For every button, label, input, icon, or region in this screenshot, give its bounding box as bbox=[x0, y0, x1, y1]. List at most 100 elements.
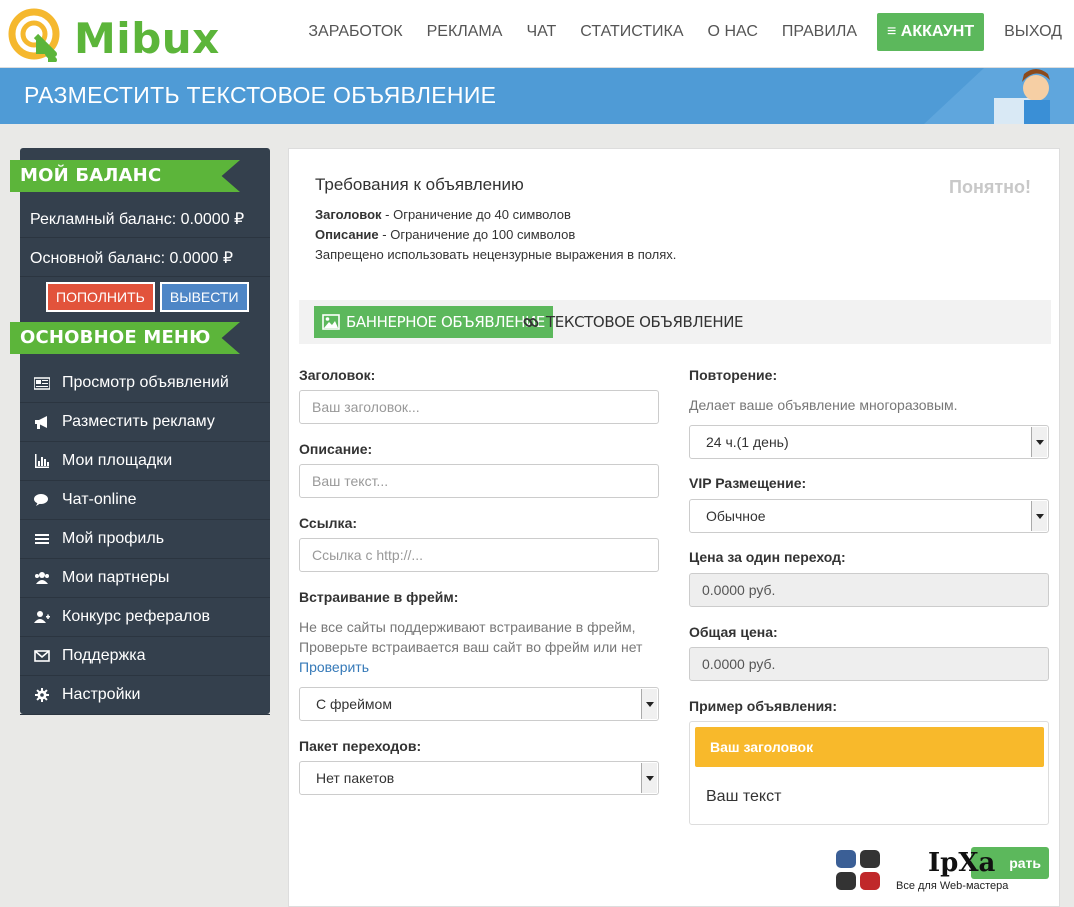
price-label: Цена за один переход: bbox=[689, 549, 846, 565]
menu-item-label: Разместить рекламу bbox=[62, 413, 215, 430]
ad-form-panel: Требования к объявлению Понятно! Заголов… bbox=[288, 148, 1060, 907]
menu-item-support[interactable]: Поддержка bbox=[20, 637, 270, 676]
withdraw-button[interactable]: ВЫВЕСТИ bbox=[159, 282, 249, 312]
title-input[interactable]: Ваш заголовок... bbox=[299, 390, 659, 424]
repeat-select-value: 24 ч.(1 день) bbox=[706, 434, 789, 450]
title-label: Заголовок: bbox=[299, 367, 376, 383]
image-icon bbox=[322, 314, 340, 330]
menu-item-view-ads[interactable]: Просмотр объявлений bbox=[20, 364, 270, 403]
total-label: Общая цена: bbox=[689, 624, 778, 640]
logo-icon bbox=[8, 8, 60, 63]
menu-item-label: Конкурс рефералов bbox=[62, 608, 210, 625]
ad-type-tabs: БАННЕРНОЕ ОБЪЯВЛЕНИЕ ТЕКСТОВОЕ ОБЪЯВЛЕНИ… bbox=[299, 300, 1051, 344]
vip-select-value: Обычное bbox=[706, 508, 766, 524]
menu-item-label: Просмотр объявлений bbox=[62, 374, 229, 391]
understood-button[interactable]: Понятно! bbox=[949, 177, 1031, 198]
page-banner: РАЗМЕСТИТЬ ТЕКСТОВОЕ ОБЪЯВЛЕНИЕ bbox=[0, 68, 1074, 124]
repeat-select[interactable]: 24 ч.(1 день) bbox=[689, 425, 1049, 459]
repeat-label: Повторение: bbox=[689, 367, 778, 383]
ad-balance: Рекламный баланс: 0.0000 ₽ bbox=[20, 202, 270, 238]
topup-button[interactable]: ПОПОЛНИТЬ bbox=[46, 282, 155, 312]
menu-icon: ≡ bbox=[887, 23, 901, 40]
gear-icon bbox=[34, 687, 62, 703]
frame-hint: Не все сайты поддерживают встраивание в … bbox=[299, 619, 643, 675]
link-label: Ссылка: bbox=[299, 515, 358, 531]
menu-item-my-sites[interactable]: Мои площадки bbox=[20, 442, 270, 481]
link-input[interactable]: Ссылка с http://... bbox=[299, 538, 659, 572]
ad-preview: Ваш заголовок Ваш текст bbox=[689, 721, 1049, 825]
description-label: Описание: bbox=[299, 441, 373, 457]
requirement-title-limit: Заголовок - Ограничение до 40 символов bbox=[315, 207, 571, 222]
package-label: Пакет переходов: bbox=[299, 738, 422, 754]
chevron-down-icon bbox=[1031, 427, 1047, 457]
main-balance: Основной баланс: 0.0000 ₽ bbox=[20, 241, 270, 277]
menu-item-label: Поддержка bbox=[62, 647, 146, 664]
menu-item-place-ad[interactable]: Разместить рекламу bbox=[20, 403, 270, 442]
requirement-note: Запрещено использовать нецензурные выраж… bbox=[315, 247, 677, 262]
menu-item-label: Настройки bbox=[62, 686, 141, 703]
total-field: 0.0000 руб. bbox=[689, 647, 1049, 681]
menu-item-referral-contest[interactable]: Конкурс рефералов bbox=[20, 598, 270, 637]
page-title: РАЗМЕСТИТЬ ТЕКСТОВОЕ ОБЪЯВЛЕНИЕ bbox=[24, 82, 497, 108]
main-nav: ЗАРАБОТОК РЕКЛАМА ЧАТ СТАТИСТИКА О НАС П… bbox=[296, 12, 1074, 52]
menu-heading: ОСНОВНОЕ МЕНЮ bbox=[10, 322, 240, 354]
bar-chart-icon bbox=[34, 453, 62, 469]
nav-statistics[interactable]: СТАТИСТИКА bbox=[580, 23, 683, 41]
logo-text: Mibux bbox=[74, 14, 220, 63]
menu-item-label: Мой профиль bbox=[62, 530, 165, 547]
chat-icon bbox=[34, 492, 62, 508]
watermark-logo-icon bbox=[836, 850, 880, 890]
repeat-hint: Делает ваше объявление многоразовым. bbox=[689, 397, 958, 413]
megaphone-icon bbox=[34, 414, 62, 430]
account-button[interactable]: ≡ АККАУНТ bbox=[877, 13, 985, 51]
boy-illustration-icon bbox=[924, 68, 1074, 124]
chevron-down-icon bbox=[641, 689, 657, 719]
tab-text-ad[interactable]: ТЕКСТОВОЕ ОБЪЯВЛЕНИЕ bbox=[514, 306, 751, 338]
menu-item-profile[interactable]: Мой профиль bbox=[20, 520, 270, 559]
logo[interactable]: Mibux bbox=[6, 6, 219, 63]
account-label: АККАУНТ bbox=[900, 23, 975, 40]
menu-item-partners[interactable]: Мои партнеры bbox=[20, 559, 270, 598]
preview-text: Ваш текст bbox=[706, 788, 782, 805]
main-menu: Просмотр объявлений Разместить рекламу М… bbox=[20, 364, 270, 715]
watermark-text: IpXa bbox=[928, 848, 996, 878]
menu-item-label: Чат-online bbox=[62, 491, 137, 508]
vip-select[interactable]: Обычное bbox=[689, 499, 1049, 533]
example-label: Пример объявления: bbox=[689, 698, 838, 714]
nav-rules[interactable]: ПРАВИЛА bbox=[782, 23, 857, 41]
nav-advertising[interactable]: РЕКЛАМА bbox=[427, 23, 503, 41]
requirement-desc-limit: Описание - Ограничение до 100 символов bbox=[315, 227, 576, 242]
watermark: IpXa Все для Web-мастера bbox=[836, 848, 1036, 898]
tab-text-label: ТЕКСТОВОЕ ОБЪЯВЛЕНИЕ bbox=[546, 313, 744, 331]
check-frame-link[interactable]: Проверить bbox=[299, 659, 369, 675]
preview-title: Ваш заголовок bbox=[695, 727, 1044, 767]
list-icon bbox=[34, 531, 62, 547]
menu-item-label: Мои партнеры bbox=[62, 569, 170, 586]
user-plus-icon bbox=[34, 609, 62, 625]
chevron-down-icon bbox=[641, 763, 657, 793]
sidebar: МОЙ БАЛАНС Рекламный баланс: 0.0000 ₽ Ос… bbox=[10, 148, 270, 715]
link-icon bbox=[523, 318, 539, 327]
description-input[interactable]: Ваш текст... bbox=[299, 464, 659, 498]
newspaper-icon bbox=[34, 375, 62, 391]
balance-actions: ПОПОЛНИТЬ ВЫВЕСТИ bbox=[46, 282, 249, 312]
watermark-subtitle: Все для Web-мастера bbox=[896, 880, 1009, 892]
nav-earnings[interactable]: ЗАРАБОТОК bbox=[308, 23, 402, 41]
menu-item-settings[interactable]: Настройки bbox=[20, 676, 270, 715]
frame-label: Встраивание в фрейм: bbox=[299, 589, 459, 605]
frame-select-value: С фреймом bbox=[316, 696, 392, 712]
nav-chat[interactable]: ЧАТ bbox=[526, 23, 556, 41]
nav-about[interactable]: О НАС bbox=[708, 23, 758, 41]
requirements-title: Требования к объявлению bbox=[315, 175, 524, 194]
users-icon bbox=[34, 570, 62, 586]
balance-heading: МОЙ БАЛАНС bbox=[10, 160, 240, 192]
package-select[interactable]: Нет пакетов bbox=[299, 761, 659, 795]
nav-exit[interactable]: ВЫХОД bbox=[1004, 23, 1062, 41]
package-select-value: Нет пакетов bbox=[316, 770, 395, 786]
chevron-down-icon bbox=[1031, 501, 1047, 531]
envelope-icon bbox=[34, 648, 62, 664]
top-navbar: Mibux ЗАРАБОТОК РЕКЛАМА ЧАТ СТАТИСТИКА О… bbox=[0, 0, 1074, 68]
vip-label: VIP Размещение: bbox=[689, 475, 807, 491]
menu-item-chat[interactable]: Чат-online bbox=[20, 481, 270, 520]
frame-select[interactable]: С фреймом bbox=[299, 687, 659, 721]
